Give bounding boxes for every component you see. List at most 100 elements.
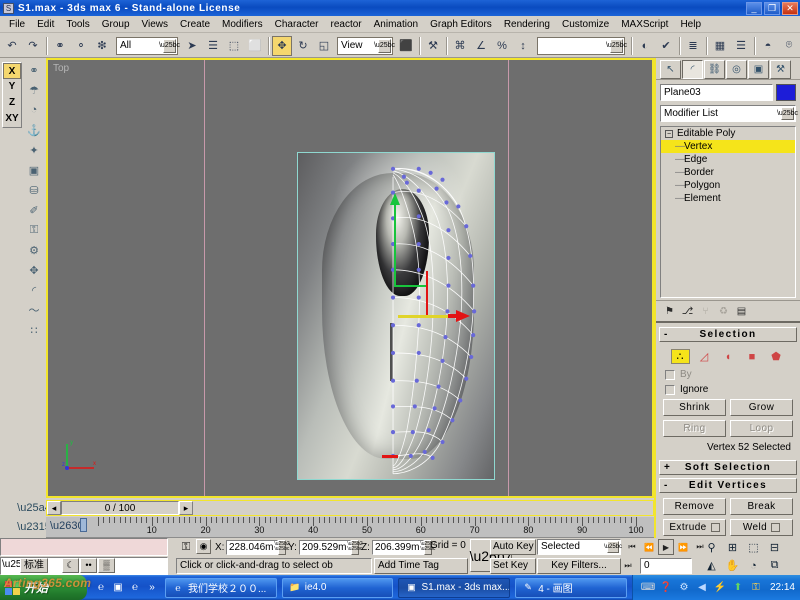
- percent-snap-toggle-button[interactable]: %: [492, 36, 512, 56]
- coordinate-x-spinner[interactable]: \u25b2\u25bc: [278, 540, 286, 555]
- ie-quicklaunch-icon[interactable]: ℮: [94, 581, 108, 595]
- named-selection-set-icon[interactable]: \u25a3: [2, 559, 18, 573]
- render-scene-button[interactable]: ⌾: [779, 36, 799, 56]
- rollout-header-selection[interactable]: - Selection: [659, 327, 797, 342]
- shrink-button[interactable]: Shrink: [663, 399, 726, 416]
- motion-tab[interactable]: ◎: [726, 60, 747, 79]
- arc-rotate-icon[interactable]: ◔: [744, 557, 763, 574]
- display-tab[interactable]: ▣: [748, 60, 769, 79]
- quicklaunch-overflow-icon[interactable]: »: [145, 581, 159, 595]
- globe-icon[interactable]: ◔: [24, 100, 44, 120]
- coordinate-y-spinner[interactable]: \u25b2\u25bc: [351, 540, 359, 555]
- playback-button-0[interactable]: ⏮: [624, 539, 640, 555]
- weld-settings-icon[interactable]: [771, 523, 780, 532]
- rectangular-selection-region-button[interactable]: ⬚: [224, 36, 244, 56]
- zoom-all-icon[interactable]: ⊞: [723, 539, 742, 556]
- next-frame-button[interactable]: ▸: [179, 501, 193, 515]
- extrude-button[interactable]: Extrude: [663, 519, 726, 536]
- hierarchy-tab[interactable]: ⛓: [704, 60, 725, 79]
- coordinate-y[interactable]: Y: 209.529m \u25b2\u25bc: [288, 539, 359, 555]
- stack-item-border[interactable]: —Border: [661, 166, 795, 179]
- window-titlebar[interactable]: S S1.max - 3ds max 6 - Stand-alone Licen…: [0, 0, 800, 16]
- track-bar[interactable]: \u2630 102030405060708090100: [46, 517, 654, 538]
- ring-button[interactable]: Ring: [663, 420, 726, 437]
- layer-manager-button[interactable]: ≣: [683, 36, 703, 56]
- time-slider[interactable]: ◂ 0 / 100 ▸: [46, 500, 654, 516]
- menu-graph-editors[interactable]: Graph Editors: [424, 18, 498, 31]
- camera-icon[interactable]: ▣: [24, 160, 44, 180]
- chevron-down-icon[interactable]: \u25bc: [163, 39, 176, 53]
- stack-item-vertex[interactable]: —Vertex: [661, 140, 795, 153]
- stack-item-edge[interactable]: —Edge: [661, 153, 795, 166]
- keyboard-tray-icon[interactable]: ⌨: [641, 581, 655, 595]
- menu-views[interactable]: Views: [136, 18, 175, 31]
- zoom-extents-icon[interactable]: ⬚: [744, 539, 763, 556]
- key-icon[interactable]: ⚿: [24, 220, 44, 240]
- field-of-view-icon[interactable]: ◭: [702, 557, 721, 574]
- menu-file[interactable]: File: [3, 18, 31, 31]
- rollout-toggle-soft-selection[interactable]: +: [664, 461, 670, 474]
- security-tray-icon[interactable]: ⚿: [749, 581, 763, 595]
- menu-help[interactable]: Help: [674, 18, 707, 31]
- modifier-stack[interactable]: −Editable Poly—Vertex—Edge—Border—Polygo…: [660, 126, 796, 298]
- select-and-rotate-button[interactable]: ↻: [293, 36, 313, 56]
- menu-create[interactable]: Create: [174, 18, 216, 31]
- redo-button[interactable]: ↷: [23, 36, 43, 56]
- angle-snap-toggle-button[interactable]: ∠: [471, 36, 491, 56]
- wave-icon[interactable]: 〜: [24, 300, 44, 320]
- current-frame-input[interactable]: 0: [640, 558, 692, 574]
- snap-toggle-2-icon[interactable]: ••: [80, 558, 97, 573]
- reference-coordinate-system-combo[interactable]: View \u25bc: [337, 37, 393, 55]
- selection-filter-combo[interactable]: All \u25bc: [116, 37, 178, 55]
- snap-standard-label[interactable]: 标准: [20, 558, 48, 573]
- menu-reactor[interactable]: reactor: [325, 18, 368, 31]
- schematic-view-button[interactable]: ☰: [731, 36, 751, 56]
- maximize-button[interactable]: ❐: [764, 2, 780, 15]
- chevron-down-icon[interactable]: \u25bc: [610, 39, 623, 53]
- named-selection-sets-combo[interactable]: \u25bc: [537, 37, 625, 55]
- gizmo-x-axis-highlight[interactable]: [398, 315, 454, 318]
- chevron-down-icon[interactable]: \u25bc: [378, 39, 391, 53]
- minimize-button[interactable]: _: [746, 2, 762, 15]
- snap-toggle-1-icon[interactable]: ☾: [62, 558, 79, 573]
- stack-item-element[interactable]: —Element: [661, 192, 795, 205]
- menu-customize[interactable]: Customize: [556, 18, 615, 31]
- show-desktop-icon[interactable]: ▣: [111, 581, 125, 595]
- snap-toggle-3-icon[interactable]: ▒: [98, 558, 115, 573]
- anchor-icon[interactable]: ⚓: [24, 120, 44, 140]
- window-crossing-toggle-button[interactable]: ⬜: [245, 36, 265, 56]
- curve-editor-icon[interactable]: \u2315: [24, 517, 44, 536]
- axis-constraint-x[interactable]: X: [3, 63, 21, 79]
- object-name-field[interactable]: Plane03: [660, 84, 773, 101]
- coordinate-z-field[interactable]: 206.399m: [372, 540, 424, 555]
- stack-item-polygon[interactable]: —Polygon: [661, 179, 795, 192]
- pin-stack-icon[interactable]: ⚑: [662, 304, 677, 318]
- rollout-toggle-selection[interactable]: -: [664, 328, 667, 341]
- curve-icon[interactable]: ◜: [24, 280, 44, 300]
- playback-button-3[interactable]: ⏩: [675, 539, 691, 555]
- snaps-toggle-button[interactable]: ⌘: [450, 36, 470, 56]
- polygon-sub-object-icon[interactable]: ■: [743, 349, 762, 364]
- select-by-name-button[interactable]: ☰: [203, 36, 223, 56]
- cylinder-icon[interactable]: ⛁: [24, 180, 44, 200]
- select-and-link-button[interactable]: ⚭: [50, 36, 70, 56]
- key-selection-level-combo[interactable]: Selected \u25bc: [537, 539, 621, 555]
- help-tray-icon[interactable]: ❓: [659, 581, 673, 595]
- menu-animation[interactable]: Animation: [368, 18, 424, 31]
- network-tray-icon[interactable]: ⚙: [677, 581, 691, 595]
- by-vertex-checkbox-row[interactable]: By: [659, 367, 797, 382]
- show-end-result-icon[interactable]: ⎇: [680, 304, 695, 318]
- reference-image-plane[interactable]: [297, 152, 495, 480]
- undo-button[interactable]: ↶: [2, 36, 22, 56]
- playback-button-1[interactable]: ⏪: [641, 539, 657, 555]
- maxscript-listener-pink[interactable]: [0, 538, 168, 556]
- gizmo-y-arrow[interactable]: [389, 193, 401, 213]
- link-constraint-icon[interactable]: ⚭: [24, 60, 44, 80]
- pan-icon[interactable]: ✋: [723, 557, 742, 574]
- grid-icon[interactable]: ∷: [24, 320, 44, 340]
- material-editor-button[interactable]: ◓: [758, 36, 778, 56]
- open-mini-listener-icon[interactable]: \u25a4: [24, 498, 44, 517]
- modify-tab[interactable]: ◜: [682, 60, 703, 79]
- remove-button[interactable]: Remove: [663, 498, 726, 515]
- absolute-relative-toggle-icon[interactable]: ◉: [196, 539, 211, 554]
